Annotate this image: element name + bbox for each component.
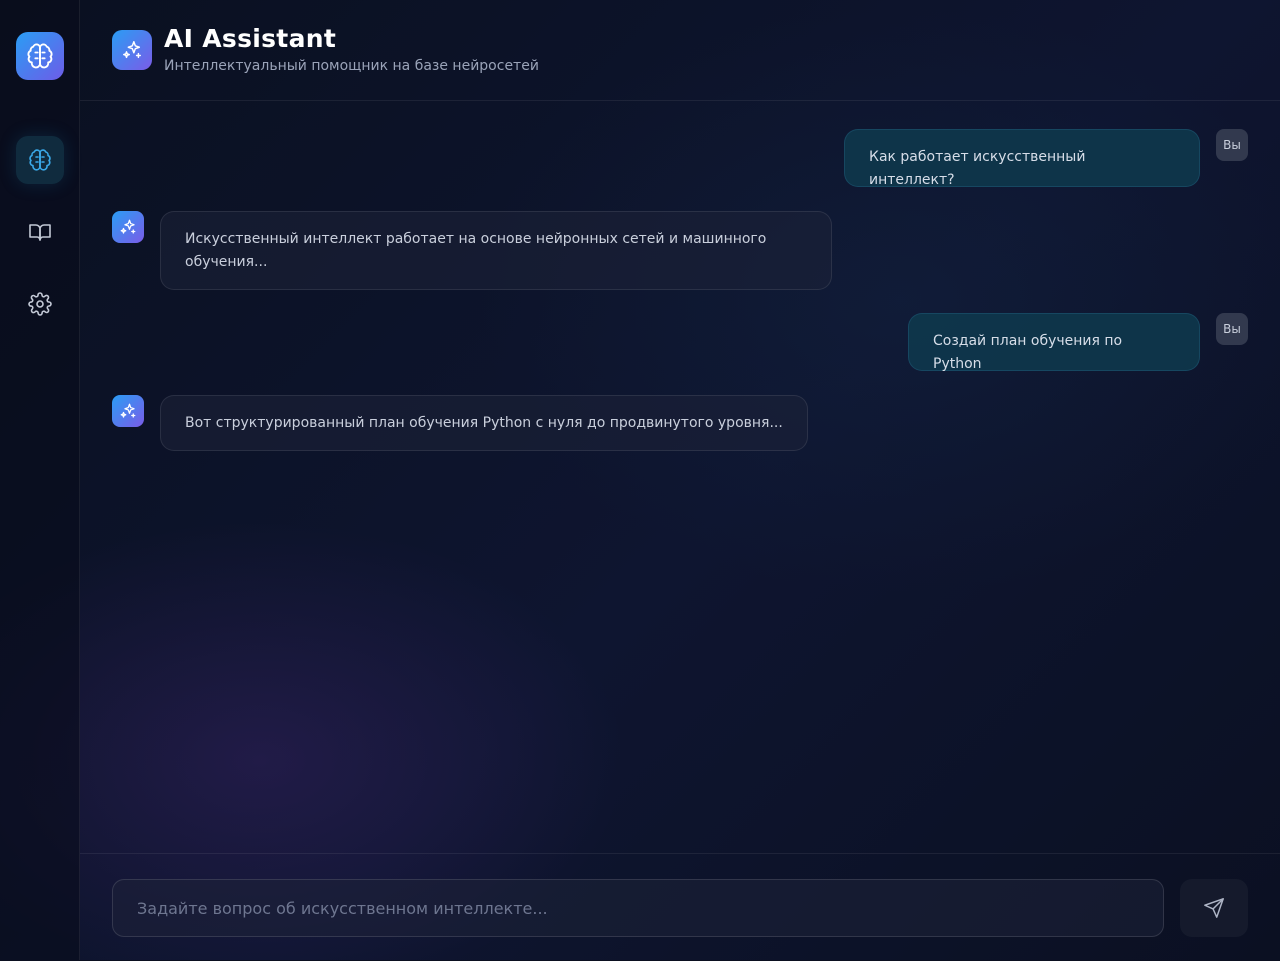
sparkles-icon xyxy=(120,219,136,234)
send-icon xyxy=(1204,898,1224,918)
book-icon xyxy=(29,224,51,241)
user-avatar: Вы xyxy=(1216,313,1248,345)
sidebar-item-settings[interactable] xyxy=(16,280,64,328)
user-message: Создай план обучения по Python xyxy=(908,313,1200,372)
message-text: Как работает искусственный интеллект? xyxy=(869,149,1086,188)
sparkles-icon xyxy=(123,41,141,59)
header: AI Assistant Интеллектуальный помощник н… xyxy=(80,0,1280,101)
sidebar-item-assistant[interactable] xyxy=(16,136,64,184)
gear-icon xyxy=(28,292,52,316)
composer xyxy=(80,853,1280,961)
sidebar-item-library[interactable] xyxy=(16,208,64,256)
user-avatar-label: Вы xyxy=(1223,138,1241,152)
send-button[interactable] xyxy=(1180,879,1248,937)
user-avatar: Вы xyxy=(1216,129,1248,161)
message-text: Создай план обучения по Python xyxy=(933,333,1123,372)
sidebar xyxy=(0,0,80,960)
page-subtitle: Интеллектуальный помощник на базе нейрос… xyxy=(164,58,539,74)
user-avatar-label: Вы xyxy=(1223,322,1241,336)
message-text: Вот структурированный план обучения Pyth… xyxy=(185,415,783,431)
brain-icon xyxy=(29,149,51,171)
app-logo[interactable] xyxy=(16,32,64,80)
ai-avatar xyxy=(112,395,144,427)
page-title: AI Assistant xyxy=(164,24,337,53)
brain-icon xyxy=(27,43,53,69)
header-icon xyxy=(112,30,152,70)
ai-message: Вот структурированный план обучения Pyth… xyxy=(160,395,808,451)
user-message: Как работает искусственный интеллект? xyxy=(844,129,1200,188)
chat-input[interactable] xyxy=(112,879,1164,937)
ai-avatar xyxy=(112,211,144,243)
ai-message: Искусственный интеллект работает на осно… xyxy=(160,211,832,290)
sparkles-icon xyxy=(120,403,136,418)
message-text: Искусственный интеллект работает на осно… xyxy=(185,231,767,270)
